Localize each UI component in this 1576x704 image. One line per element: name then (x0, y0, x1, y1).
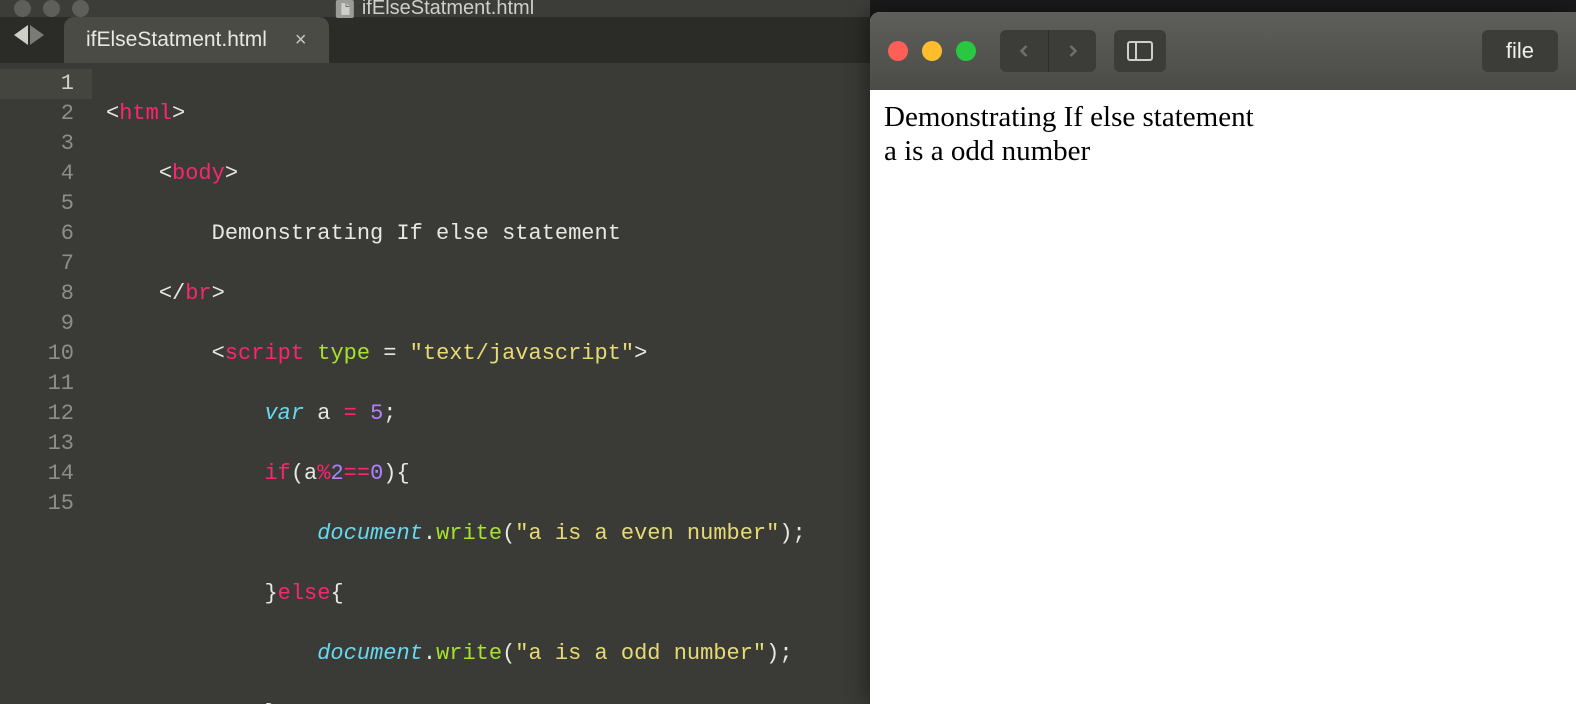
code-token: > (225, 161, 238, 186)
editor-titlebar: ifElseStatment.html (0, 0, 870, 17)
code-token: % (317, 461, 330, 486)
code-token: type (317, 341, 370, 366)
editor-tab[interactable]: ifElseStatment.html × (64, 17, 329, 63)
code-token: "a is a even number" (515, 521, 779, 546)
close-icon[interactable] (888, 41, 908, 61)
browser-window: file Demonstrating If else statement a i… (870, 12, 1576, 704)
code-token: = (330, 401, 370, 426)
code-token: } (264, 581, 277, 606)
code-token: < (212, 341, 225, 366)
browser-titlebar: file (870, 12, 1576, 90)
code-token: . (423, 521, 436, 546)
code-token: else (278, 581, 331, 606)
line-number: 4 (0, 159, 74, 189)
page-text-line: a is a odd number (884, 134, 1562, 168)
code-token: write (436, 641, 502, 666)
code-token: ); (779, 521, 805, 546)
code-token: = (370, 341, 410, 366)
code-token: < (159, 161, 172, 186)
close-icon[interactable] (14, 0, 31, 17)
code-token: br (185, 281, 211, 306)
tab-close-icon[interactable]: × (295, 29, 307, 52)
line-number: 10 (0, 339, 74, 369)
code-token: { (330, 581, 343, 606)
browser-traffic-lights (888, 41, 976, 61)
code-token: ){ (383, 461, 409, 486)
line-number: 7 (0, 249, 74, 279)
code-token: ( (502, 521, 515, 546)
editor-window-title: ifElseStatment.html (336, 0, 534, 20)
line-number: 14 (0, 459, 74, 489)
line-number: 11 (0, 369, 74, 399)
code-token: 5 (370, 401, 383, 426)
page-text-line: Demonstrating If else statement (884, 100, 1562, 134)
code-token: == (344, 461, 370, 486)
code-token: "a is a odd number" (515, 641, 766, 666)
code-token: document (317, 641, 423, 666)
code-token: </ (159, 281, 185, 306)
editor-tabbar: ifElseStatment.html × (0, 17, 870, 63)
line-number: 6 (0, 219, 74, 249)
line-number: 13 (0, 429, 74, 459)
line-number: 8 (0, 279, 74, 309)
sidebar-toggle-button[interactable] (1114, 30, 1166, 72)
code-token: > (172, 101, 185, 126)
editor-tab-label: ifElseStatment.html (86, 28, 267, 52)
code-token: "text/javascript" (410, 341, 634, 366)
code-token: < (106, 101, 119, 126)
maximize-icon[interactable] (956, 41, 976, 61)
editor-nav-arrows (14, 17, 64, 63)
nav-back-button[interactable] (1000, 30, 1048, 72)
editor-body: 1 2 3 4 5 6 7 8 9 10 11 12 13 14 15 <htm… (0, 63, 870, 704)
code-token: ; (383, 401, 396, 426)
line-number: 2 (0, 99, 74, 129)
url-field[interactable]: file (1482, 30, 1558, 72)
editor-window: ifElseStatment.html ifElseStatment.html … (0, 0, 870, 704)
code-token: 2 (330, 461, 343, 486)
code-token: if (264, 461, 290, 486)
line-number: 5 (0, 189, 74, 219)
code-token: var (264, 401, 304, 426)
line-gutter: 1 2 3 4 5 6 7 8 9 10 11 12 13 14 15 (0, 63, 92, 704)
browser-nav-group (1000, 30, 1096, 72)
url-text: file (1506, 38, 1534, 64)
nav-back-icon[interactable] (14, 25, 28, 45)
code-token: . (423, 641, 436, 666)
code-token: body (172, 161, 225, 186)
nav-forward-button[interactable] (1048, 30, 1096, 72)
minimize-icon[interactable] (43, 0, 60, 17)
code-token (304, 401, 317, 426)
code-token: 0 (370, 461, 383, 486)
code-token: write (436, 521, 502, 546)
code-token: a (317, 401, 330, 426)
code-token: script (225, 341, 304, 366)
line-number: 9 (0, 309, 74, 339)
maximize-icon[interactable] (72, 0, 89, 17)
code-token: ); (766, 641, 792, 666)
nav-forward-icon[interactable] (30, 25, 44, 45)
code-token: > (634, 341, 647, 366)
code-token: a (304, 461, 317, 486)
line-number: 1 (0, 69, 92, 99)
line-number: 12 (0, 399, 74, 429)
code-token: > (212, 281, 225, 306)
line-number: 15 (0, 489, 74, 519)
code-token: ( (291, 461, 304, 486)
code-token: document (317, 521, 423, 546)
browser-content: Demonstrating If else statement a is a o… (870, 90, 1576, 704)
editor-traffic-lights (14, 0, 89, 17)
editor-title-label: ifElseStatment.html (362, 0, 534, 20)
code-token: html (119, 101, 172, 126)
code-token: Demonstrating If else statement (212, 221, 621, 246)
line-number: 3 (0, 129, 74, 159)
minimize-icon[interactable] (922, 41, 942, 61)
code-area[interactable]: <html> <body> Demonstrating If else stat… (92, 63, 870, 704)
code-token: ( (502, 641, 515, 666)
document-icon (336, 0, 354, 18)
